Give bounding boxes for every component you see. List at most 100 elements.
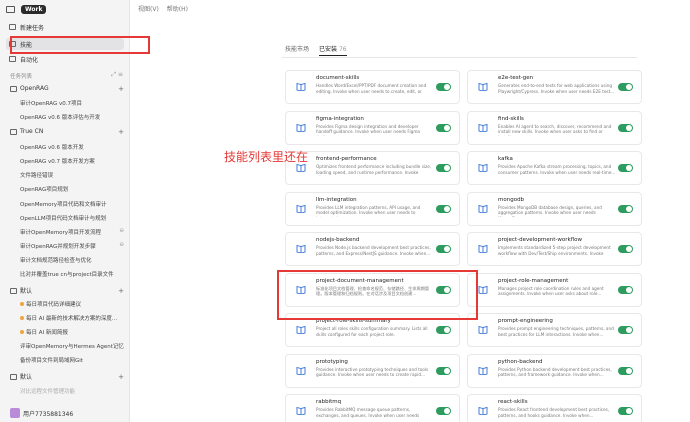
window-icon[interactable] [6,5,15,13]
new-task-icon [9,24,16,30]
skill-name: e2e-test-gen [498,75,534,81]
skill-name: find-skills [498,115,524,122]
task-label: 每日项目代码详细建议 [26,302,82,308]
skill-enabled-toggle[interactable] [618,326,633,334]
skill-card[interactable]: kafka Provides Apache Kafka stream proces… [467,151,642,185]
skill-card[interactable]: e2e-test-gen Generates end-to-end tests f… [467,70,642,104]
add-task-icon[interactable]: + [118,287,124,295]
task-item[interactable]: 审计OpenMemory项目开发流程 ⊖ [20,228,124,236]
skill-enabled-toggle[interactable] [618,366,633,375]
task-label: 审计OpenMemory项目开发流程 [20,230,102,236]
skill-name: rabbitmq [316,399,342,405]
skill-enabled-toggle[interactable] [618,83,633,91]
top-bar: Work [0,0,129,18]
nav-automation[interactable]: 自动化 [6,53,124,65]
task-label: 每日 AI 最新的技术解决方案的深度... [26,316,118,322]
skill-card[interactable]: nodejs-backend Provides Node.js backend d… [285,232,460,266]
task-item[interactable]: OpenRAG v0.6 版本开发 [20,143,124,151]
skill-card[interactable]: document-skills Handles Word/Excel/PPT/PD… [285,70,460,104]
group-default-2[interactable]: 默认 + [10,372,124,381]
group-truecn[interactable]: True CN + [10,128,124,136]
group-label: 默认 [20,374,33,381]
user-profile[interactable]: 用户7735881346 [10,408,73,418]
skill-card[interactable]: prototyping Provides interactive prototyp… [285,353,460,388]
skill-enabled-toggle[interactable] [436,204,451,213]
task-item[interactable]: 评审OpenMemory与Hermes Agent记忆... [20,342,124,350]
task-item[interactable]: OpenRAG项目规划 [20,185,124,193]
task-item[interactable]: OpenRAG v0.6 版本评估与开发 [20,113,124,121]
task-item[interactable]: 对比远程文件管理功能 [20,387,124,395]
book-icon [296,406,306,415]
skill-name: python-backend [498,358,543,365]
skill-enabled-toggle[interactable] [618,164,633,172]
skill-card[interactable]: python-backend Provides Python backend de… [467,353,642,388]
task-item[interactable]: 审计OpenRAG v0.7项目 [20,99,124,107]
tab-skill-market[interactable]: 技能市场 [285,44,309,56]
task-item[interactable]: 比对并覆盖true cn与project目录文件 [20,270,124,278]
avatar [10,408,20,418]
tab-label: 已安装 [319,46,338,53]
skill-enabled-toggle[interactable] [436,123,451,132]
task-item[interactable]: 审计文档规范路径检查与优化 [20,256,124,264]
add-task-icon[interactable]: + [118,85,124,93]
group-default[interactable]: 默认 + [10,286,124,295]
task-item[interactable]: 每日项目代码详细建议 [20,300,124,308]
skill-card[interactable]: project-development-workflow Implements s… [467,232,642,266]
skill-name: react-skills [498,399,528,405]
nav-label: 自动化 [20,56,39,64]
group-openrag[interactable]: OpenRAG + [10,85,124,93]
skill-card[interactable]: llm-integration Provides LLM integration … [285,191,460,226]
skill-enabled-toggle[interactable] [618,204,633,213]
work-mode-button[interactable]: Work [21,4,47,14]
skill-description: Provides Node.js backend development bes… [316,245,431,256]
add-task-icon[interactable]: + [118,373,124,381]
installed-count: 76 [338,46,347,53]
menu-help[interactable]: 帮助(H) [167,4,188,13]
folder-icon [10,287,17,294]
menu-view[interactable]: 视图(V) [138,4,159,13]
skill-enabled-toggle[interactable] [436,326,451,334]
book-icon [296,366,306,375]
skill-enabled-toggle[interactable] [618,123,633,132]
skill-enabled-toggle[interactable] [436,245,451,253]
pin-icon[interactable]: ⊖ [119,228,124,234]
skill-description: Implements standardized 5-step project d… [498,245,611,257]
skill-card[interactable]: project-role-management Manages project r… [467,272,642,307]
skill-name: prototyping [316,358,348,365]
skill-description: Enables AI agent to search, discover, re… [498,123,612,136]
skill-enabled-toggle[interactable] [436,366,451,375]
annotation-box-skill-card [277,270,478,320]
skill-description: Provides interactive prototyping techniq… [316,366,429,378]
tabs-divider [282,57,637,58]
pin-icon[interactable]: ⊖ [119,242,124,248]
nav-new-task[interactable]: 新建任务 [6,21,124,33]
folder-icon [10,85,17,92]
skill-card[interactable]: find-skills Enables AI agent to search, d… [467,110,642,145]
task-item[interactable]: 每日 AI 最新的技术解决方案的深度... [20,314,124,322]
task-item[interactable]: OpenMemory项目代码和文档审计 [20,200,124,208]
book-icon [478,82,488,91]
skill-card[interactable]: frontend-performance Optimizes frontend p… [285,151,460,185]
task-item[interactable]: OpenRAG v0.7 版本开发方案 [20,157,124,165]
task-item[interactable]: 备份项目文件到局域网Git [20,356,124,364]
task-item[interactable]: 审计OpenRAG并规划开发步骤 ⊖ [20,242,124,250]
task-list-tools[interactable]: ⤢ ≡ [111,71,123,79]
skill-card[interactable]: rabbitmq Provides RabbitMQ message queue … [285,394,460,422]
skill-enabled-toggle[interactable] [618,407,633,415]
task-item[interactable]: 文件路径错误 [20,171,124,179]
skill-enabled-toggle[interactable] [436,83,451,91]
skill-enabled-toggle[interactable] [436,164,451,172]
skill-enabled-toggle[interactable] [618,245,633,253]
skill-card[interactable]: figma-integration Provides Figma design i… [285,110,460,145]
folder-icon [10,128,17,135]
skill-card[interactable]: prompt-engineering Provides prompt engine… [467,313,642,347]
skill-card[interactable]: react-skills Provides React frontend deve… [467,394,642,422]
skill-card[interactable]: mongodb Provides MongoDB database design,… [467,191,642,226]
tab-installed[interactable]: 已安装 76 [319,44,347,56]
skill-enabled-toggle[interactable] [618,285,633,294]
task-item[interactable]: 每日 AI 新闻简报 [20,328,124,336]
add-task-icon[interactable]: + [118,128,124,136]
skill-name: frontend-performance [316,156,377,162]
skill-enabled-toggle[interactable] [436,407,451,415]
task-item[interactable]: OpenLLM项目代码文档审计与规划 [20,214,124,222]
